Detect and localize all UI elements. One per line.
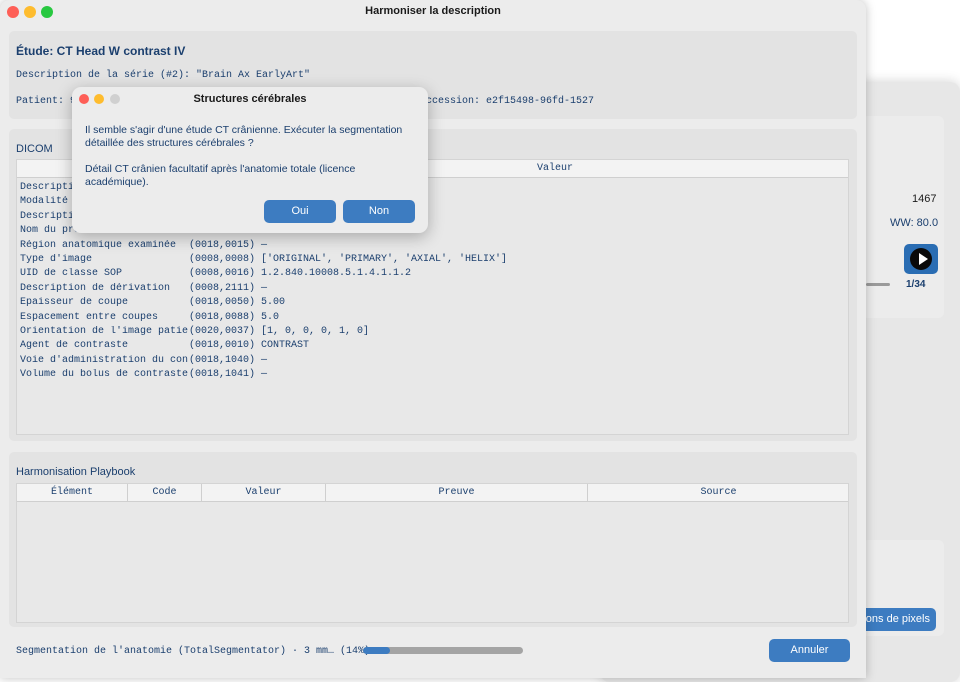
dicom-value: —	[261, 282, 268, 294]
window-width-value: WW: 80.0	[890, 217, 939, 229]
dicom-tag: (0018,1040)	[189, 354, 256, 366]
dicom-value: 5.00	[261, 297, 286, 309]
patient-label: Patient: 9	[16, 96, 77, 107]
dicom-attr-name: Description de dérivation	[20, 282, 171, 294]
dicom-tag: (0008,0016)	[189, 268, 256, 280]
playbook-column-evidence[interactable]: Preuve	[326, 484, 588, 501]
dicom-attr-name: Voie d'administration du cont	[20, 354, 188, 366]
yes-button[interactable]: Oui	[264, 200, 336, 223]
study-title: Étude: CT Head W contrast IV	[16, 44, 186, 58]
dicom-attr-name: Espacement entre coupes	[20, 311, 159, 323]
dicom-attr-name: Épaisseur de coupe	[20, 297, 129, 309]
playbook-column-value[interactable]: Valeur	[202, 484, 326, 501]
playbook-column-element[interactable]: Élément	[17, 484, 128, 501]
dicom-attr-name: Volume du bolus de contraste	[20, 369, 188, 381]
dicom-value: —	[261, 369, 268, 381]
window-titlebar: Harmoniser la description	[0, 0, 866, 24]
window-title: Harmoniser la description	[365, 5, 501, 17]
dialog-title: Structures cérébrales	[193, 93, 307, 105]
series-description: Description de la série (#2): "Brain Ax …	[16, 70, 311, 81]
frame-counter: 1/34	[906, 279, 926, 290]
no-button[interactable]: Non	[343, 200, 415, 223]
playbook-table[interactable]: Élément Code Valeur Preuve Source	[16, 483, 849, 623]
dicom-value-column-header[interactable]: Valeur	[537, 163, 573, 174]
dicom-attr-name: Orientation de l'image patien	[20, 325, 188, 337]
dicom-tag: (0018,0050)	[189, 297, 256, 309]
window-level-value: 1467	[912, 193, 937, 205]
playbook-table-header: Élément Code Valeur Preuve Source	[17, 484, 848, 502]
dicom-tag: (0008,0008)	[189, 253, 256, 265]
dicom-attr-name: Agent de contraste	[20, 340, 129, 352]
playbook-column-source[interactable]: Source	[588, 484, 849, 501]
frame-slider[interactable]	[866, 283, 890, 286]
playbook-column-code[interactable]: Code	[128, 484, 202, 501]
status-text: Segmentation de l'anatomie (TotalSegment…	[16, 646, 371, 657]
dialog-detail: Détail CT crânien facultatif après l'ana…	[85, 163, 356, 188]
dicom-tag: (0018,1041)	[189, 369, 256, 381]
progress-bar	[363, 647, 523, 654]
brain-structures-dialog: Structures cérébrales Il semble s'agir d…	[72, 87, 428, 233]
accession-value: ccession: e2f15498-96fd-1527	[426, 96, 595, 107]
play-button[interactable]	[904, 244, 938, 274]
dicom-value: [1, 0, 0, 0, 1, 0]	[261, 325, 370, 337]
dicom-attr-name: Région anatomique examinée	[20, 239, 177, 251]
dicom-value: 5.0	[261, 311, 280, 323]
dicom-value: CONTRAST	[261, 340, 310, 352]
dicom-section-label: DICOM	[16, 143, 53, 155]
progress-fill	[363, 647, 391, 654]
dicom-value: ['ORIGINAL', 'PRIMARY', 'AXIAL', 'HELIX'…	[261, 253, 508, 265]
dicom-value: —	[261, 354, 268, 366]
playbook-section-label: Harmonisation Playbook	[16, 466, 136, 478]
dicom-tag: (0020,0037)	[189, 325, 256, 337]
dicom-tag: (0018,0088)	[189, 311, 256, 323]
cancel-button[interactable]: Annuler	[769, 639, 850, 662]
dicom-tag: (0018,0015)	[189, 239, 256, 251]
dicom-tag: (0018,0010)	[189, 340, 256, 352]
dialog-message: Il semble s'agir d'une étude CT crânienn…	[85, 124, 403, 149]
dicom-value: 1.2.840.10008.5.1.4.1.1.2	[261, 268, 412, 280]
dicom-value: —	[261, 239, 268, 251]
dialog-titlebar: Structures cérébrales	[72, 87, 428, 111]
dicom-attr-name: Type d'image	[20, 253, 93, 265]
dicom-attr-name: UID de classe SOP	[20, 268, 123, 280]
dicom-tag: (0008,2111)	[189, 282, 256, 294]
